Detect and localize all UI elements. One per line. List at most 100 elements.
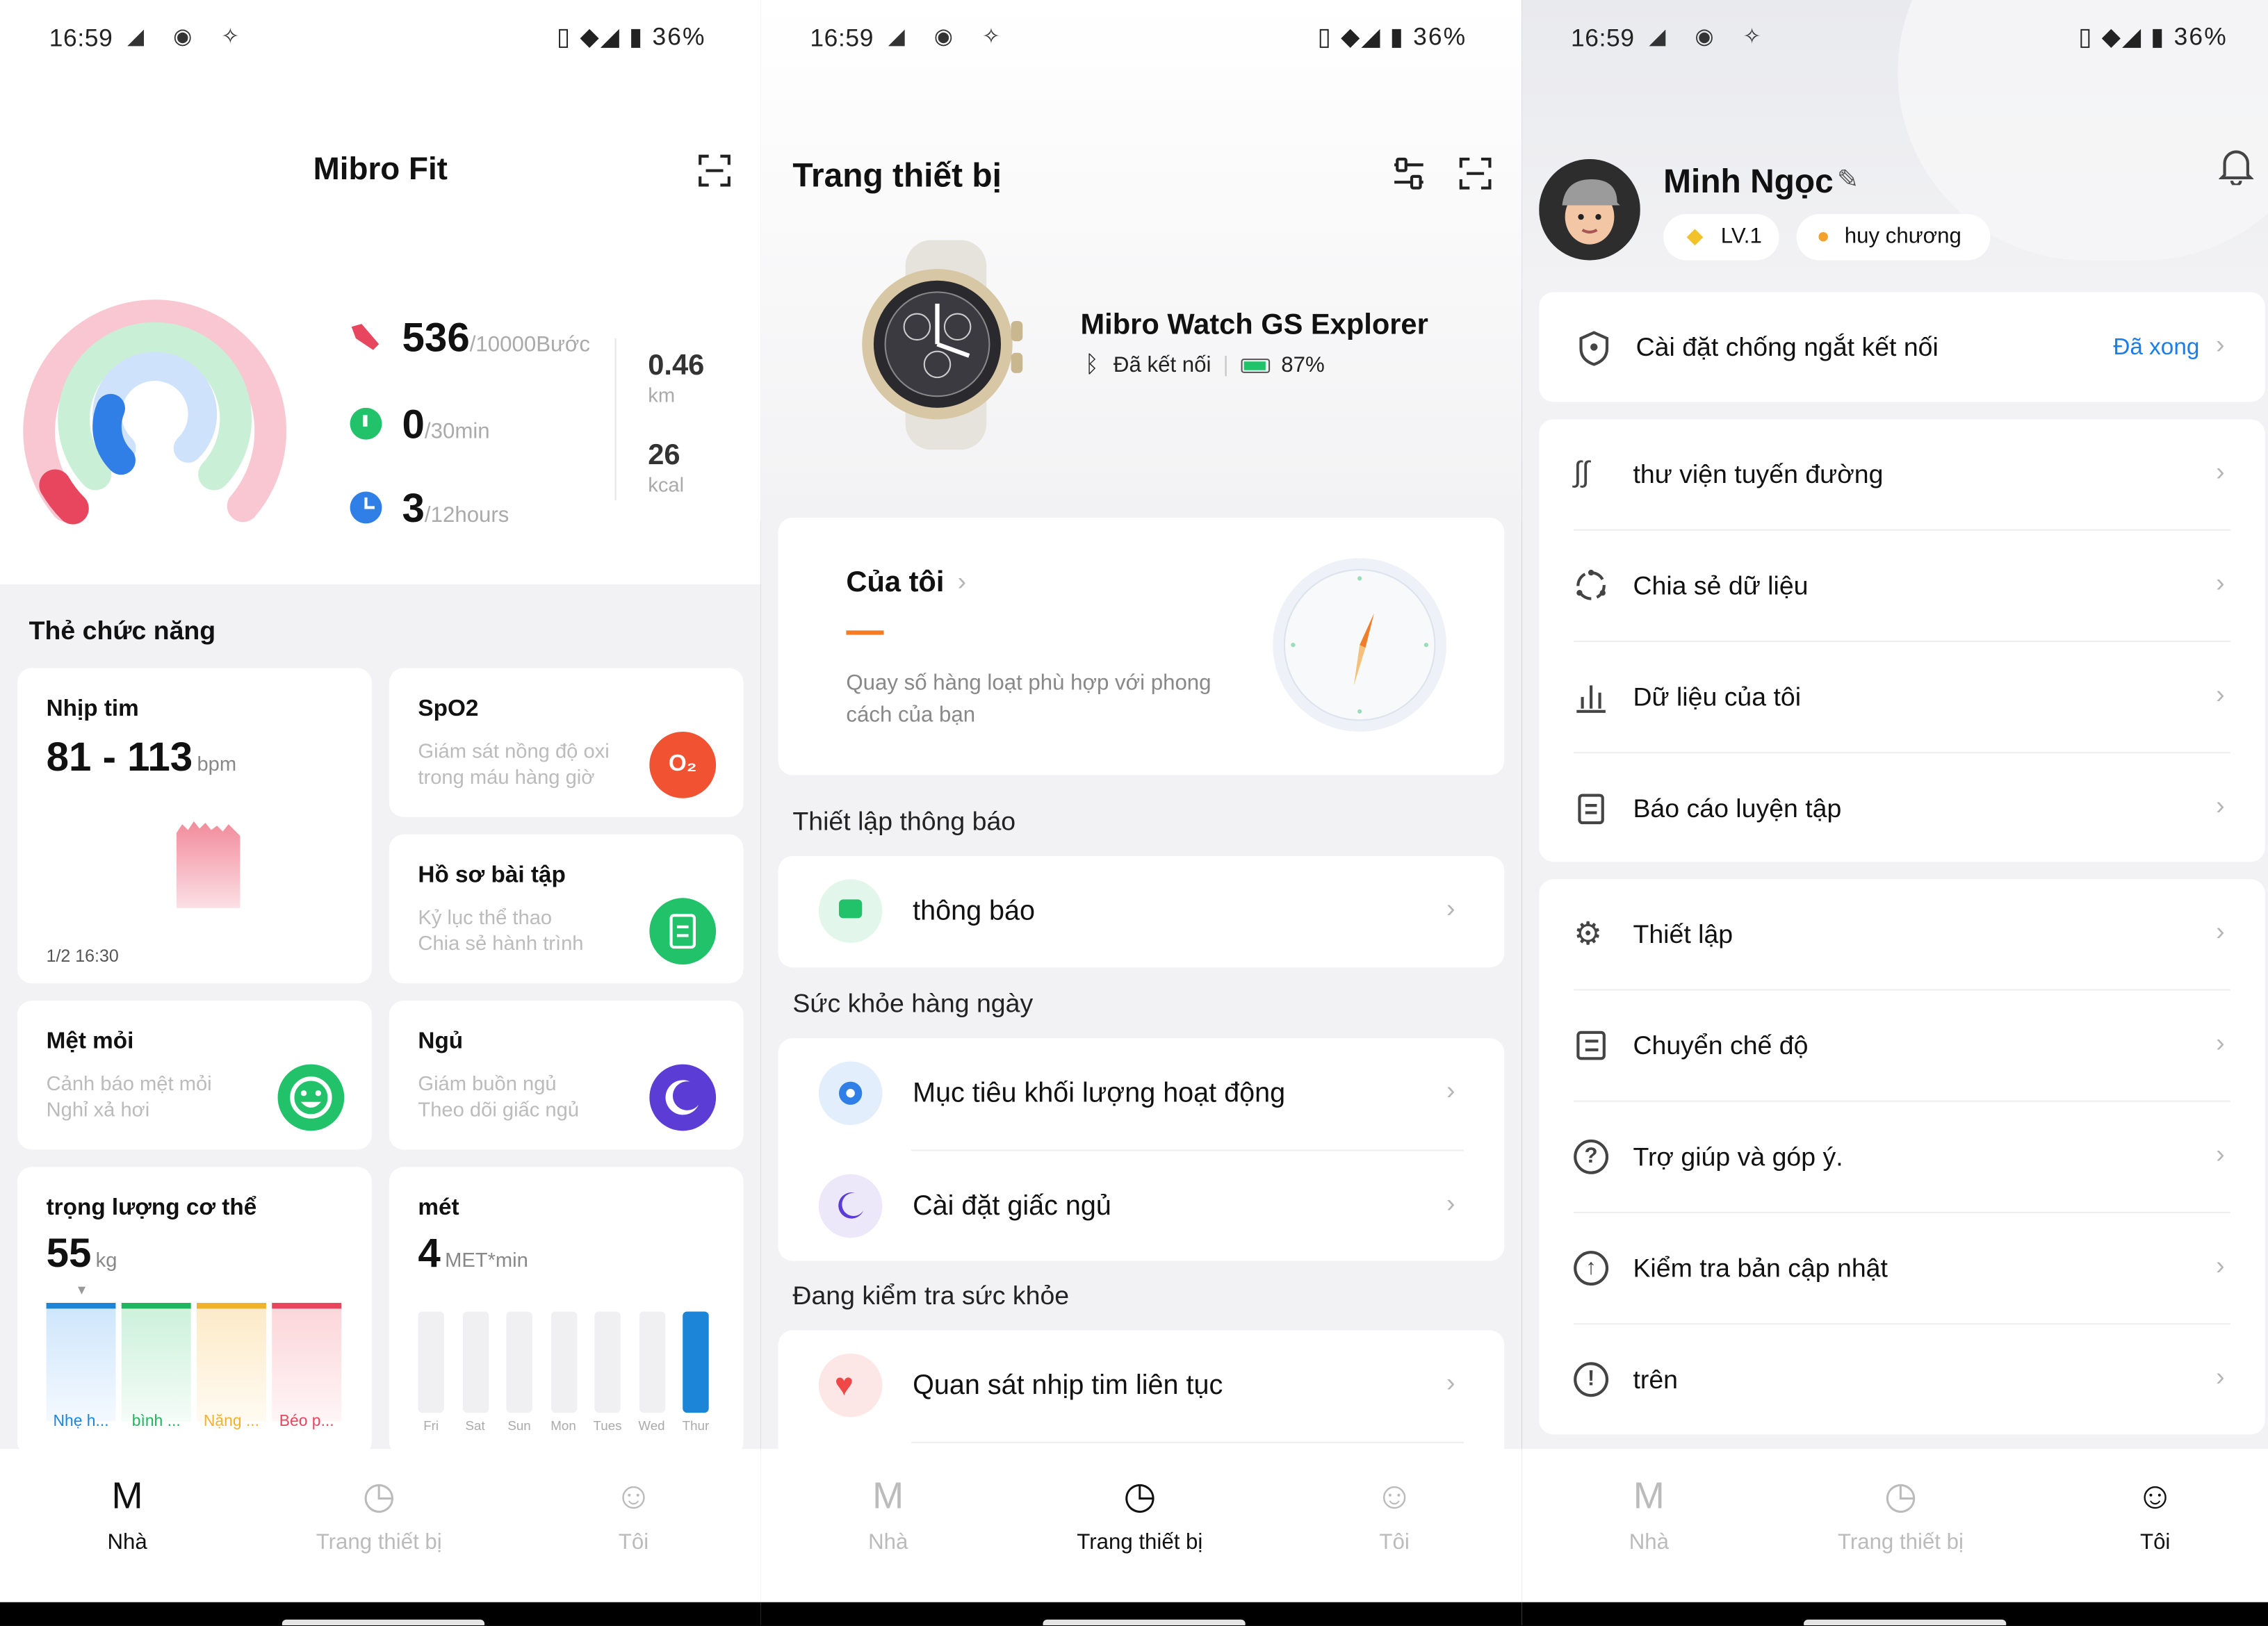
spo2-desc: Giám sát nồng độ oxi trong máu hàng giờ bbox=[418, 737, 609, 789]
weight-label-2: Nặng ... bbox=[203, 1413, 260, 1431]
training-report-label: Báo cáo luyện tập bbox=[1633, 794, 1842, 823]
status-right: ▯ ◆◢ ▮ 36% bbox=[1318, 23, 1467, 52]
about-row[interactable]: ! trên › bbox=[1539, 1324, 2265, 1434]
distance-stat: 0.46 km bbox=[648, 350, 704, 406]
watch-battery: 87% bbox=[1281, 352, 1325, 378]
stand-value: 3/12hours bbox=[402, 486, 509, 532]
heart-monitor-row[interactable]: ♥ Quan sát nhịp tim liên tục › bbox=[778, 1330, 1505, 1461]
profile-screen: 16:59 ◢ ◉ ✧ ▯ ◆◢ ▮ 36% Minh Ngọc ✎ ◆ LV.… bbox=[1521, 0, 2268, 1626]
nav-me[interactable]: ☺ Tôi bbox=[547, 1469, 721, 1555]
steps-ring-progress bbox=[39, 469, 89, 525]
activity-goal-row[interactable]: Mục tiêu khối lượng hoạt động › bbox=[778, 1038, 1505, 1149]
stats-divider bbox=[614, 338, 617, 501]
workout-title: Hồ sơ bài tập bbox=[418, 863, 566, 888]
help-feedback-label: Trợ giúp và góp ý. bbox=[1633, 1142, 1843, 1172]
moon-icon bbox=[649, 1064, 717, 1131]
watch-faces-card[interactable]: Của tôi › Quay số hàng loạt phù hợp với … bbox=[778, 517, 1505, 775]
nav-home-label: Nhà bbox=[868, 1529, 908, 1555]
notify-row[interactable]: thông báo › bbox=[778, 855, 1505, 968]
distance-unit: km bbox=[648, 383, 676, 406]
bell-icon[interactable] bbox=[2219, 147, 2254, 186]
met-bar-track bbox=[506, 1311, 532, 1413]
fatigue-line1: Cảnh báo mệt mỏi bbox=[46, 1071, 212, 1095]
met-bar-track bbox=[638, 1311, 665, 1413]
chevron-right-icon: › bbox=[2216, 1251, 2225, 1280]
heart-chart bbox=[174, 819, 243, 908]
chevron-right-icon: › bbox=[1446, 1076, 1455, 1105]
route-library-row[interactable]: ∫∫ thư viện tuyến đường › bbox=[1539, 419, 2265, 529]
fatigue-card[interactable]: Mệt mỏi Cảnh báo mệt mỏi Nghỉ xả hơi bbox=[17, 1001, 372, 1150]
medal-icon: ● bbox=[1816, 224, 1830, 249]
heart-rate-card[interactable]: Nhịp tim 81 - 113 bpm 1/2 16:30 bbox=[17, 668, 372, 984]
active-value: 0/30min bbox=[402, 402, 490, 449]
stand-hours: 3 bbox=[402, 486, 425, 531]
my-data-row[interactable]: Dữ liệu của tôi › bbox=[1539, 642, 2265, 752]
mine-title: Của tôi bbox=[846, 566, 945, 599]
active-minutes: 0 bbox=[402, 402, 425, 447]
met-bar-track bbox=[594, 1311, 621, 1413]
notification-icons: ◢ ◉ ✧ bbox=[1649, 24, 1773, 49]
watch-icon: ◷ bbox=[1123, 1473, 1157, 1517]
weight-card[interactable]: trọng lượng cơ thể 55 kg ▼ Nhẹ h... bình … bbox=[17, 1167, 372, 1456]
scan-icon[interactable] bbox=[1458, 156, 1493, 191]
status-right: ▯ ◆◢ ▮ 36% bbox=[2078, 23, 2228, 52]
sliders-icon[interactable] bbox=[1392, 156, 1426, 191]
status-bar: 16:59 ◢ ◉ ✧ ▯ ◆◢ ▮ 36% bbox=[0, 0, 761, 78]
separator: | bbox=[1223, 352, 1229, 378]
nav-device-label: Trang thiết bị bbox=[1077, 1529, 1203, 1555]
share-data-row[interactable]: Chia sẻ dữ liệu › bbox=[1539, 531, 2265, 641]
nav-me-label: Tôi bbox=[2140, 1529, 2171, 1555]
steps-value: 536/10000Bước bbox=[402, 315, 590, 362]
fatigue-desc: Cảnh báo mệt mỏi Nghỉ xả hơi bbox=[47, 1070, 212, 1122]
sleep-settings-row[interactable]: Cài đặt giấc ngủ › bbox=[778, 1151, 1505, 1260]
training-report-row[interactable]: Báo cáo luyện tập › bbox=[1539, 753, 2265, 862]
nav-device[interactable]: ◷ Trang thiết bị bbox=[1814, 1469, 1988, 1555]
daily-section-title: Sức khỏe hàng ngày bbox=[792, 989, 1034, 1019]
nav-home[interactable]: M Nhà bbox=[801, 1469, 975, 1555]
profile-icon: ☺ bbox=[1375, 1473, 1414, 1517]
nav-device[interactable]: ◷ Trang thiết bị bbox=[292, 1469, 466, 1555]
met-card[interactable]: mét 4 MET*min Fri Sat Sun Mon Tues Wed Thur bbox=[389, 1167, 744, 1456]
nav-device[interactable]: ◷ Trang thiết bị bbox=[1053, 1469, 1227, 1555]
spo2-card[interactable]: SpO2 Giám sát nồng độ oxi trong máu hàng … bbox=[389, 668, 744, 817]
oxygen-drop-icon: O₂ bbox=[649, 731, 717, 798]
nav-me-label: Tôi bbox=[1379, 1529, 1410, 1555]
message-icon bbox=[818, 879, 883, 943]
met-bar-chart: Fri Sat Sun Mon Tues Wed Thur bbox=[418, 1308, 721, 1438]
avatar[interactable] bbox=[1539, 158, 1640, 261]
clock-icon bbox=[350, 491, 382, 524]
help-feedback-row[interactable]: ? Trợ giúp và góp ý. › bbox=[1539, 1102, 2265, 1212]
settings-row[interactable]: ⚙ Thiết lập › bbox=[1539, 879, 2265, 989]
nav-me[interactable]: ☺ Tôi bbox=[2069, 1469, 2242, 1555]
nav-me[interactable]: ☺ Tôi bbox=[1307, 1469, 1481, 1555]
workout-card[interactable]: Hồ sơ bài tập Kỷ lục thể thao Chia sẻ hàn… bbox=[389, 834, 744, 984]
notify-section-title: Thiết lập thông báo bbox=[792, 807, 1016, 836]
check-update-row[interactable]: ↑ Kiểm tra bản cập nhật › bbox=[1539, 1213, 2265, 1323]
chevron-right-icon: › bbox=[2216, 1362, 2225, 1391]
edit-pencil-icon[interactable]: ✎ bbox=[1837, 165, 1859, 195]
nav-home[interactable]: M Nhà bbox=[40, 1469, 214, 1555]
activity-rings[interactable] bbox=[20, 289, 289, 535]
sleep-card[interactable]: Ngủ Giám buồn ngủ Theo dõi giấc ngủ bbox=[389, 1001, 744, 1150]
level-badge[interactable]: ◆ LV.1 bbox=[1663, 213, 1779, 261]
nav-home[interactable]: M Nhà bbox=[1562, 1469, 1736, 1555]
switch-mode-row[interactable]: Chuyển chế độ › bbox=[1539, 990, 2265, 1100]
page-title: Mibro Fit bbox=[313, 150, 448, 187]
notification-icons: ◢ ◉ ✧ bbox=[127, 24, 252, 49]
medal-badge[interactable]: ● huy chương bbox=[1796, 213, 1991, 261]
anti-disconnect-row[interactable]: Cài đặt chống ngắt kết nối Đã xong › bbox=[1539, 292, 2265, 402]
bottom-nav: M Nhà ◷ Trang thiết bị ☺ Tôi bbox=[0, 1449, 761, 1602]
settings-label: Thiết lập bbox=[1633, 919, 1733, 949]
weight-value: 55 kg bbox=[47, 1231, 117, 1277]
bar-chart-icon bbox=[1574, 680, 1608, 714]
calories-value: 26 bbox=[648, 439, 680, 472]
workout-line2: Chia sẻ hành trình bbox=[418, 931, 584, 955]
activity-goal-label: Mục tiêu khối lượng hoạt động bbox=[913, 1078, 1286, 1110]
scan-icon[interactable] bbox=[697, 154, 732, 188]
steps-icon bbox=[347, 321, 382, 353]
section-title: Thẻ chức năng bbox=[28, 616, 216, 646]
weight-bar-normal bbox=[121, 1302, 191, 1422]
watch-image bbox=[842, 240, 1044, 450]
menu-group-settings: ⚙ Thiết lập › Chuyển chế độ › ? Trợ giúp… bbox=[1539, 879, 2265, 1435]
met-day-label: Wed bbox=[638, 1418, 665, 1434]
